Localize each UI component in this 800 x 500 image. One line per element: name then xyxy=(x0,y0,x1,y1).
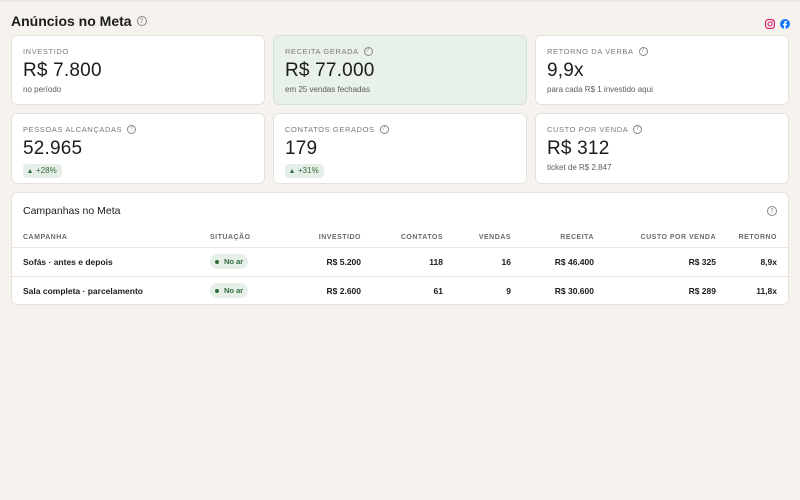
return-cell: 11,8x xyxy=(756,285,777,296)
campaigns-card: Campanhas no Meta ? CAMPANHA SITUAÇÃO IN… xyxy=(11,192,789,305)
metric-value: R$ 77.000 xyxy=(285,60,375,81)
invested-cell: R$ 2.600 xyxy=(326,285,362,296)
column-header-campanha[interactable]: CAMPANHA xyxy=(12,228,210,248)
status-dot-icon xyxy=(215,259,219,264)
column-header-retorno[interactable]: RETORNO xyxy=(727,228,788,248)
trend-value: +28% xyxy=(36,166,57,175)
page-header: Anúncios no Meta ? xyxy=(11,12,791,30)
invested-cell: R$ 5.200 xyxy=(282,247,372,277)
column-header-receita[interactable]: RECEITA xyxy=(522,228,605,248)
contacts-cell: 118 xyxy=(372,247,454,277)
metric-value: 179 xyxy=(285,138,318,159)
metric-value: R$ 7.800 xyxy=(23,60,102,81)
status-badge: No ar xyxy=(210,254,249,269)
column-header-situacao[interactable]: SITUAÇÃO xyxy=(210,228,282,248)
trend-value: +31% xyxy=(298,166,319,175)
top-divider xyxy=(0,0,800,2)
column-header-investido[interactable]: INVESTIDO xyxy=(282,228,372,248)
column-header-vendas[interactable]: VENDAS xyxy=(454,228,522,248)
metric-label-text: PESSOAS ALCANÇADAS xyxy=(23,124,123,134)
trend-badge: +28% xyxy=(23,164,62,178)
help-icon[interactable]: ? xyxy=(127,124,137,134)
help-icon[interactable]: ? xyxy=(767,206,777,216)
metric-label-text: CUSTO POR VENDA xyxy=(547,124,629,134)
revenue-cell: R$ 46.400 xyxy=(522,247,605,277)
column-header-custo-por-venda[interactable]: CUSTO POR VENDA xyxy=(605,228,727,248)
metric-subtext: em 25 vendas fechadas xyxy=(285,85,370,94)
metric-label: CUSTO POR VENDA ? xyxy=(547,124,777,134)
platform-icons xyxy=(765,19,790,29)
help-icon[interactable]: ? xyxy=(136,16,147,26)
metric-card-pessoas-alcancadas: PESSOAS ALCANÇADAS ? 52.965 +28% xyxy=(11,113,265,184)
table-row[interactable]: Sala completa · parcelamento No ar R$ 2.… xyxy=(12,276,788,305)
cost-per-sale-cell: R$ 325 xyxy=(605,247,727,277)
metric-value: R$ 312 xyxy=(547,138,610,159)
metric-subtext: ticket de R$ 2.847 xyxy=(547,163,612,172)
contacts-cell: 61 xyxy=(433,285,443,296)
metric-label: INVESTIDO xyxy=(23,46,69,56)
help-icon[interactable]: ? xyxy=(633,124,643,134)
status-text: No ar xyxy=(224,286,244,296)
page-title: Anúncios no Meta xyxy=(11,13,132,29)
return-cell: 8,9x xyxy=(727,247,788,277)
trend-badge: +31% xyxy=(285,164,324,178)
campaign-name[interactable]: Sala completa · parcelamento xyxy=(12,276,210,305)
status-badge: No ar xyxy=(210,283,249,299)
column-header-contatos[interactable]: CONTATOS xyxy=(372,228,454,248)
metric-value: 9,9x xyxy=(547,60,584,81)
revenue-cell: R$ 30.600 xyxy=(554,285,594,296)
campaign-name[interactable]: Sofás · antes e depois xyxy=(12,247,210,277)
facebook-icon[interactable] xyxy=(780,19,790,29)
campaigns-table: CAMPANHA SITUAÇÃO INVESTIDO CONTATOS VEN… xyxy=(12,228,788,305)
sales-cell: 9 xyxy=(506,285,511,296)
metric-label: RECEITA GERADA ? xyxy=(285,46,515,56)
status-text: No ar xyxy=(224,257,244,266)
status-cell: No ar xyxy=(210,247,282,277)
help-icon[interactable]: ? xyxy=(363,46,373,56)
metric-label: RETORNO DA VERBA ? xyxy=(547,46,777,56)
metric-subtext: para cada R$ 1 investido aqui xyxy=(547,85,653,94)
campaigns-title: Campanhas no Meta xyxy=(23,205,121,217)
status-cell: No ar xyxy=(210,276,282,305)
metric-card-investido: INVESTIDO R$ 7.800 no período xyxy=(11,35,265,105)
metric-card-contatos-gerados: CONTATOS GERADOS ? 179 +31% xyxy=(273,113,527,184)
metric-subtext: no período xyxy=(23,85,62,94)
metric-value: 52.965 xyxy=(23,138,83,159)
metric-label: CONTATOS GERADOS ? xyxy=(285,124,515,134)
help-icon[interactable]: ? xyxy=(379,124,389,134)
trend-up-icon xyxy=(290,169,294,173)
status-dot-icon xyxy=(215,288,219,293)
trend-up-icon xyxy=(28,169,32,173)
metric-label-text: RECEITA GERADA xyxy=(285,46,359,56)
metric-card-retorno-da-verba: RETORNO DA VERBA ? 9,9x para cada R$ 1 i… xyxy=(535,35,789,105)
help-icon[interactable]: ? xyxy=(638,46,648,56)
cost-per-sale-cell: R$ 289 xyxy=(688,285,716,296)
metric-label-text: RETORNO DA VERBA xyxy=(547,46,634,56)
metric-card-receita-gerada: RECEITA GERADA ? R$ 77.000 em 25 vendas … xyxy=(273,35,527,105)
sales-cell: 16 xyxy=(454,247,522,277)
metric-label: PESSOAS ALCANÇADAS ? xyxy=(23,124,253,134)
metric-label-text: CONTATOS GERADOS xyxy=(285,124,375,134)
instagram-icon[interactable] xyxy=(765,19,775,29)
table-header-row: CAMPANHA SITUAÇÃO INVESTIDO CONTATOS VEN… xyxy=(12,228,788,248)
metric-card-custo-por-venda: CUSTO POR VENDA ? R$ 312 ticket de R$ 2.… xyxy=(535,113,789,184)
table-row[interactable]: Sofás · antes e depois No ar R$ 5.200 11… xyxy=(12,247,788,277)
